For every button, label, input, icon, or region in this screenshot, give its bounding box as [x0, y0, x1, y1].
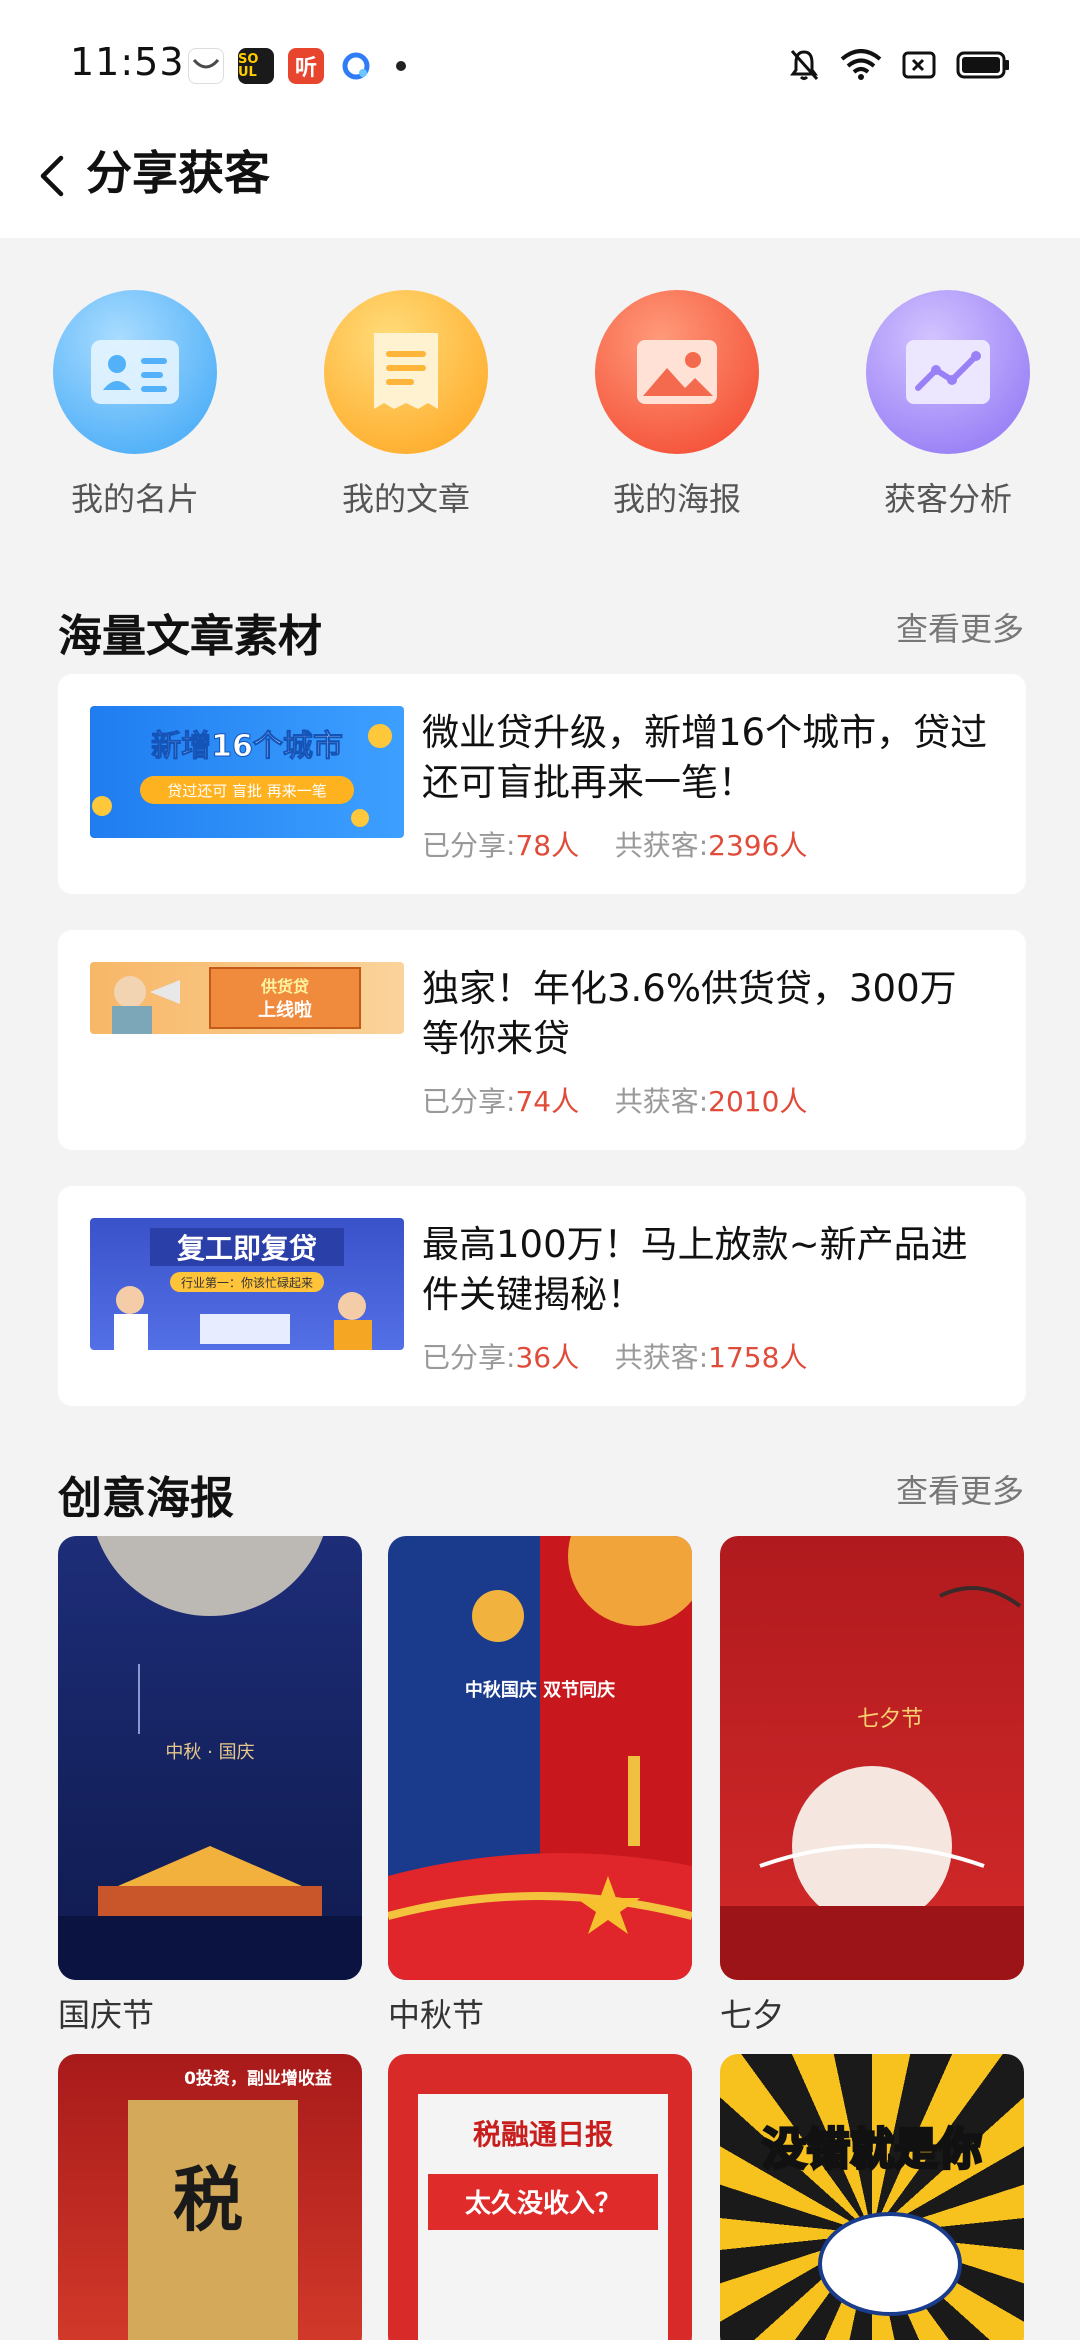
article-icon: [324, 290, 488, 454]
battery-icon: [956, 51, 1009, 79]
shared-count: 74人: [515, 1085, 580, 1118]
articles-section-title: 海量文章素材: [58, 611, 322, 662]
article-card[interactable]: 新增16个城市 贷过还可 盲批 再来一笔 微业贷升级，新增16个城市，贷过还可盲…: [58, 674, 1026, 894]
listen-app-icon: 听: [288, 48, 324, 84]
soul-app-icon: SO UL: [238, 48, 274, 84]
status-indicators: [788, 48, 1010, 82]
poster-no-income[interactable]: 太久没收入？ 税融通日报: [388, 2054, 692, 2340]
back-arrow-icon: [40, 155, 64, 197]
article-meta: 已分享:74人 共获客:2010人: [422, 1080, 807, 1120]
article-thumbnail: 复工即复贷 行业第一：你该忙碌起来: [90, 1218, 404, 1350]
article-meta: 已分享:78人 共获客:2396人: [422, 824, 807, 864]
acquired-label: 共获客:: [614, 1085, 709, 1118]
svg-text:税融通日报: 税融通日报: [473, 2118, 613, 2151]
page-title: 分享获客: [86, 146, 270, 200]
quick-actions: 我的名片 我的文章 我的海报 获客分析: [0, 290, 1080, 530]
articles-section-header: 海量文章素材 查看更多: [58, 600, 1024, 662]
poster-label: 中秋节: [388, 1996, 485, 2034]
thumb-headline: 供货贷: [260, 977, 309, 996]
posters-more-link[interactable]: 查看更多: [896, 1466, 1024, 1512]
poster-text: 中秋 · 国庆: [165, 1742, 254, 1763]
poster-image-icon: [595, 290, 759, 454]
app-icon-1: [188, 48, 224, 84]
poster-side-income[interactable]: 0投资，副业增收益 税: [58, 2054, 362, 2340]
status-app-icons: SO UL 听: [188, 48, 406, 84]
poster-label: 七夕: [720, 1996, 785, 2034]
article-title: 微业贷升级，新增16个城市，贷过还可盲批再来一笔！: [422, 711, 988, 804]
back-button[interactable]: [22, 146, 82, 206]
quick-action-label: 我的名片: [70, 480, 199, 518]
poster-mid-autumn[interactable]: 中秋国庆 双节同庆: [388, 1536, 692, 1980]
shared-label: 已分享:: [422, 1085, 516, 1118]
quick-action-business-card[interactable]: 我的名片: [35, 290, 235, 520]
svg-text:税: 税: [173, 2158, 243, 2241]
thumb-subline: 行业第一：你该忙碌起来: [181, 1276, 313, 1290]
mute-icon: [790, 50, 819, 80]
business-card-icon: [53, 290, 217, 454]
poster-text: 0投资，副业增收益: [184, 2068, 332, 2089]
posters-section-title: 创意海报: [58, 1473, 234, 1524]
analytics-icon: [866, 290, 1030, 454]
poster-its-you[interactable]: 没错就是你: [720, 2054, 1024, 2340]
article-thumbnail: 新增16个城市 贷过还可 盲批 再来一笔: [90, 706, 404, 838]
article-title: 最高100万！马上放款~新产品进件关键揭秘！: [422, 1223, 968, 1316]
article-thumbnail: 供货贷 上线啦: [90, 962, 404, 1034]
quick-action-label: 获客分析: [883, 480, 1012, 518]
acquired-count: 2010人: [708, 1085, 808, 1118]
status-time: 11:53: [70, 40, 185, 84]
thumb-subline: 贷过还可 盲批 再来一笔: [167, 782, 327, 800]
shared-label: 已分享:: [422, 829, 516, 862]
shared-count: 36人: [515, 1341, 580, 1374]
thumb-subline: 上线啦: [258, 999, 312, 1021]
poster-text: 太久没收入？: [465, 2189, 621, 2219]
acquired-label: 共获客:: [614, 829, 709, 862]
article-title: 独家！年化3.6%供货贷，300万等你来贷: [422, 967, 957, 1060]
acquired-label: 共获客:: [614, 1341, 709, 1374]
thumb-headline: 复工即复贷: [177, 1232, 317, 1265]
app-header: 分享获客: [0, 120, 1080, 238]
notification-dot: [396, 61, 406, 71]
poster-label: 国庆节: [58, 1996, 155, 2034]
article-card[interactable]: 供货贷 上线啦 独家！年化3.6%供货贷，300万等你来贷 已分享:74人 共获…: [58, 930, 1026, 1150]
poster-text: 七夕节: [857, 1707, 923, 1732]
sim-icon: [902, 51, 936, 79]
quick-action-label: 我的海报: [612, 480, 741, 518]
article-card[interactable]: 复工即复贷 行业第一：你该忙碌起来 最高100万！马上放款~新产品进件关键揭秘！…: [58, 1186, 1026, 1406]
status-bar: 11:53 SO UL 听: [0, 0, 1080, 130]
poster-text: 中秋国庆 双节同庆: [465, 1679, 615, 1701]
acquired-count: 2396人: [708, 829, 808, 862]
thumb-headline: 新增16个城市: [151, 729, 343, 764]
article-meta: 已分享:36人 共获客:1758人: [422, 1336, 807, 1376]
poster-text: 没错就是你: [762, 2124, 982, 2175]
shared-label: 已分享:: [422, 1341, 516, 1374]
quick-action-label: 我的文章: [341, 480, 470, 518]
poster-qixi[interactable]: 七夕节: [720, 1536, 1024, 1980]
browser-app-icon: [338, 48, 374, 84]
quick-action-poster[interactable]: 我的海报: [577, 290, 777, 520]
articles-more-link[interactable]: 查看更多: [896, 604, 1024, 650]
quick-action-analytics[interactable]: 获客分析: [848, 290, 1048, 520]
shared-count: 78人: [515, 829, 580, 862]
quick-action-article[interactable]: 我的文章: [306, 290, 506, 520]
posters-section-header: 创意海报 查看更多: [58, 1462, 1024, 1524]
acquired-count: 1758人: [708, 1341, 808, 1374]
wifi-icon: [840, 49, 882, 80]
poster-national-day[interactable]: 中秋 · 国庆: [58, 1536, 362, 1980]
